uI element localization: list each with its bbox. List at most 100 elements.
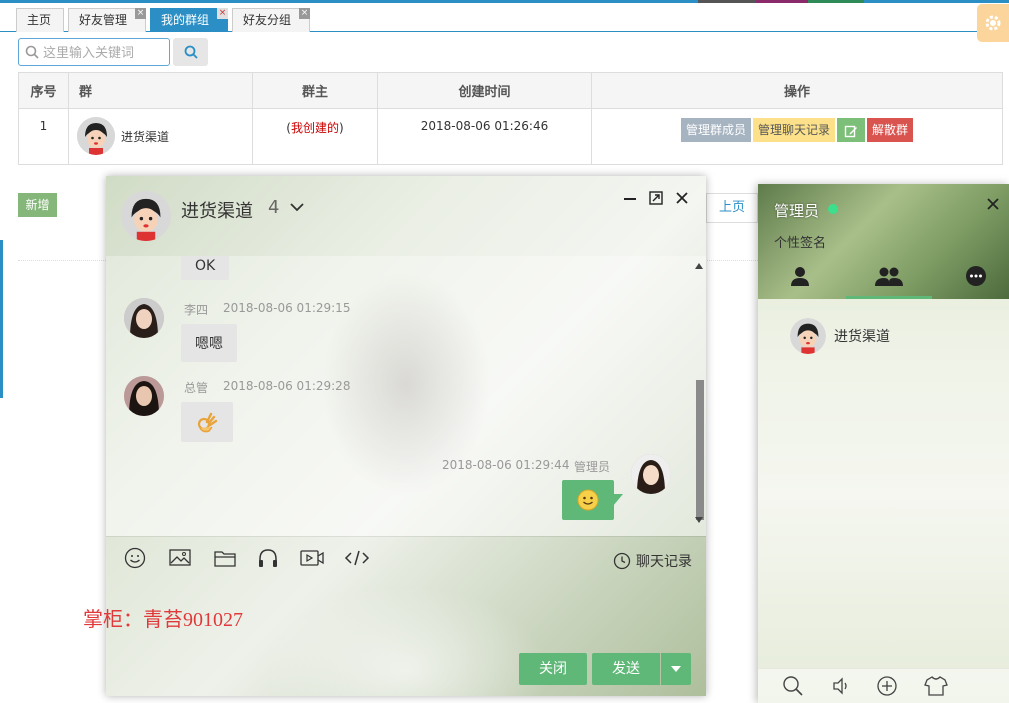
- groups-tab-icon[interactable]: [874, 264, 903, 290]
- close-icon[interactable]: [985, 196, 1001, 212]
- prev-page-button[interactable]: 上页: [706, 193, 758, 223]
- search-button[interactable]: [173, 38, 208, 66]
- message-scrollbar[interactable]: [694, 262, 704, 524]
- caret-down-icon: [671, 666, 681, 672]
- tab-home[interactable]: 主页: [16, 8, 64, 32]
- clock-icon: [613, 552, 631, 570]
- close-icon[interactable]: [674, 190, 690, 206]
- avatar[interactable]: [631, 454, 671, 494]
- row-owner: (我创建的): [252, 108, 378, 165]
- search-icon: [184, 45, 198, 59]
- chat-actions: 关闭 发送: [519, 653, 691, 685]
- message-time: 2018-08-06 01:29:15: [223, 301, 351, 315]
- search-box: [18, 38, 170, 66]
- scroll-down-icon[interactable]: [694, 516, 704, 524]
- table-header-row: 序号 群 群主 创建时间 操作: [18, 72, 1003, 109]
- code-icon[interactable]: [344, 547, 370, 569]
- message-time: 2018-08-06 01:29:44: [442, 458, 570, 472]
- headphones-icon[interactable]: [256, 547, 280, 569]
- group-avatar: [790, 318, 826, 354]
- close-icon[interactable]: ×: [299, 8, 310, 19]
- chat-tab-icon[interactable]: [964, 264, 990, 290]
- dissolve-group-button[interactable]: 解散群: [867, 118, 914, 142]
- chat-toolbar: 聊天记录: [106, 536, 706, 581]
- close-button[interactable]: 关闭: [519, 653, 587, 685]
- message-bubble: [562, 480, 614, 520]
- panel-signature[interactable]: 个性签名: [774, 232, 826, 251]
- tab-label: 好友分组: [243, 13, 292, 27]
- tab-bar: 主页 好友管理 × 我的群组 × 好友分组 ×: [0, 3, 1009, 32]
- im-main-panel: 管理员 个性签名 进货渠道: [758, 184, 1009, 703]
- message-bubble: OK: [181, 256, 230, 280]
- message-time: 2018-08-06 01:29:28: [223, 379, 351, 393]
- edit-button[interactable]: [837, 118, 865, 142]
- search-icon: [25, 45, 39, 59]
- friends-tab-icon[interactable]: [788, 264, 814, 290]
- col-header-index: 序号: [18, 72, 69, 109]
- skin-icon[interactable]: [924, 675, 948, 697]
- panel-footer: [758, 668, 1009, 703]
- add-icon[interactable]: [876, 675, 898, 697]
- tab-friend-groups[interactable]: 好友分组 ×: [232, 8, 310, 32]
- chat-history-label: 聊天记录: [636, 554, 692, 570]
- owner-paren-close: ): [339, 121, 344, 135]
- message-bubble: 嗯嗯: [181, 324, 237, 362]
- manage-members-button[interactable]: 管理群成员: [680, 118, 751, 142]
- close-icon[interactable]: ×: [135, 8, 146, 19]
- group-name: 进货渠道: [834, 329, 890, 345]
- row-group: 进货渠道: [68, 108, 253, 165]
- folder-icon[interactable]: [213, 547, 237, 569]
- member-count: 4: [268, 197, 280, 218]
- groups-table: 序号 群 群主 创建时间 操作 1 进货渠道 (我创建的) 2018-08-06…: [18, 72, 1003, 165]
- group-name[interactable]: 进货渠道: [121, 128, 169, 145]
- row-created: 2018-08-06 01:26:46: [377, 108, 592, 165]
- scroll-thumb[interactable]: [696, 380, 704, 520]
- smile-icon[interactable]: [124, 547, 146, 569]
- search-icon[interactable]: [782, 675, 804, 697]
- col-header-actions: 操作: [591, 72, 1003, 109]
- tab-friend-management[interactable]: 好友管理 ×: [68, 8, 146, 32]
- speaker-icon[interactable]: [830, 675, 852, 697]
- edit-icon: [844, 125, 857, 137]
- message-sender: 管理员: [574, 460, 611, 474]
- image-icon[interactable]: [168, 547, 192, 569]
- ok-hand-emoji-icon: [197, 412, 218, 433]
- message-list[interactable]: OK 李四 2018-08-06 01:29:15 嗯嗯 总管 2018-08-…: [106, 256, 706, 536]
- bubble-tail: [613, 494, 623, 506]
- maximize-icon[interactable]: [648, 190, 664, 206]
- tab-my-groups[interactable]: 我的群组 ×: [150, 8, 228, 32]
- send-button[interactable]: 发送: [592, 653, 660, 685]
- message-bubble: [181, 402, 233, 442]
- panel-username: 管理员: [774, 202, 820, 220]
- avatar[interactable]: [124, 376, 164, 416]
- tab-label: 主页: [27, 13, 52, 27]
- new-button[interactable]: 新增: [18, 193, 57, 217]
- owner-label: 我创建的: [290, 121, 339, 135]
- col-header-owner: 群主: [252, 72, 378, 109]
- tab-label: 我的群组: [161, 13, 210, 27]
- list-item[interactable]: 进货渠道: [790, 318, 890, 354]
- minimize-icon[interactable]: [622, 190, 638, 206]
- message-sender: 李四: [184, 303, 209, 317]
- smile-emoji-icon: [577, 489, 599, 511]
- col-header-group: 群: [68, 72, 253, 109]
- side-accent: [0, 240, 3, 398]
- close-icon[interactable]: ×: [217, 8, 228, 19]
- manage-history-button[interactable]: 管理聊天记录: [752, 118, 835, 142]
- video-icon[interactable]: [299, 547, 325, 569]
- gear-icon[interactable]: [977, 4, 1009, 42]
- online-status-dot[interactable]: [828, 204, 838, 214]
- send-group: 发送: [592, 653, 691, 685]
- scroll-up-icon[interactable]: [694, 262, 704, 270]
- search-input[interactable]: [43, 44, 163, 60]
- chat-history-link[interactable]: 聊天记录: [613, 551, 692, 571]
- chevron-down-icon[interactable]: [289, 199, 305, 215]
- send-options-button[interactable]: [661, 653, 691, 685]
- avatar[interactable]: [124, 298, 164, 338]
- row-actions: 管理群成员 管理聊天记录 解散群: [591, 108, 1003, 165]
- chat-group-avatar: [121, 191, 171, 241]
- chat-title: 进货渠道: [181, 201, 253, 222]
- group-avatar: [77, 117, 115, 155]
- chat-header[interactable]: 进货渠道 4: [106, 176, 706, 256]
- table-row: 1 进货渠道 (我创建的) 2018-08-06 01:26:46 管理群成员管…: [18, 108, 1003, 165]
